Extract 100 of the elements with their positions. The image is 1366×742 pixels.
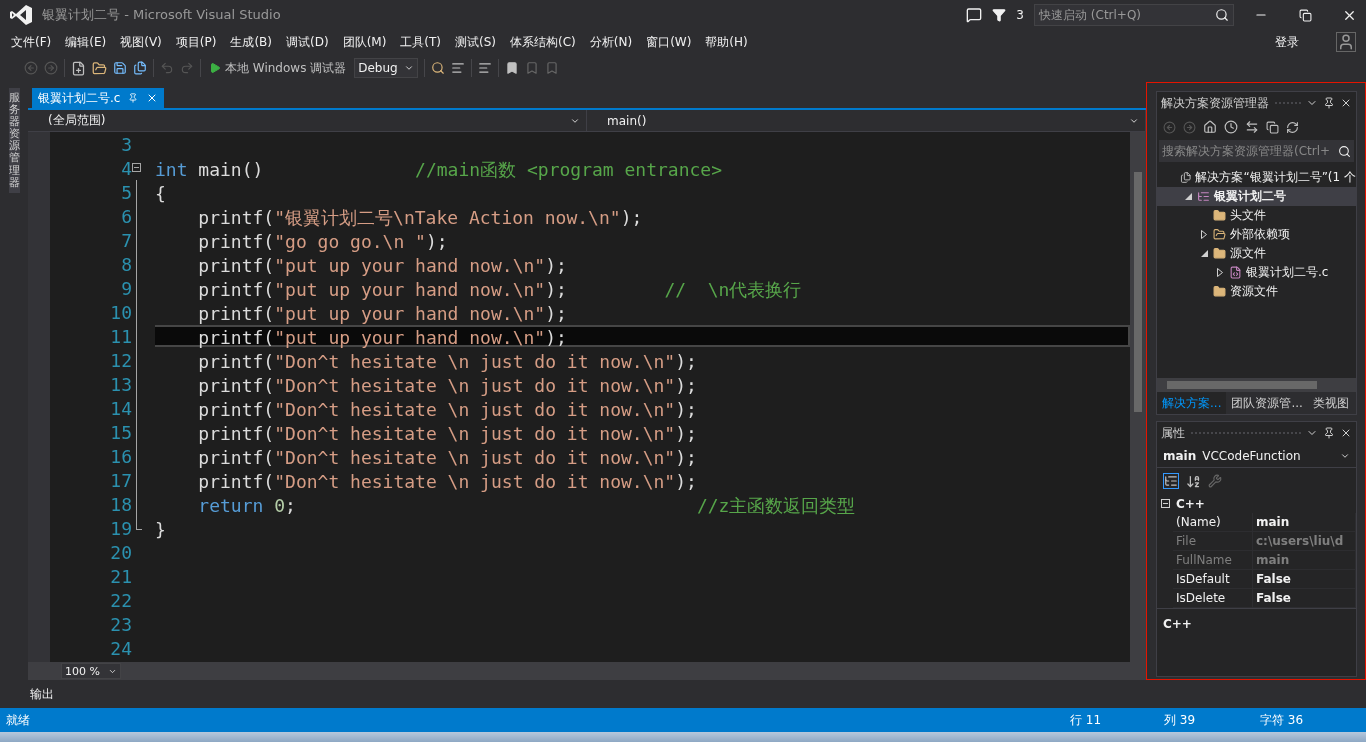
close-icon[interactable] xyxy=(1340,97,1352,109)
sort-icon[interactable] xyxy=(1186,473,1201,489)
expanded-arrow-icon[interactable] xyxy=(1184,193,1192,200)
menu-item[interactable]: 体系结构(C) xyxy=(503,31,583,53)
property-value[interactable]: False xyxy=(1253,589,1356,607)
code-line: { xyxy=(155,182,167,203)
expanded-arrow-icon[interactable] xyxy=(1200,250,1208,257)
collapse-icon[interactable] xyxy=(132,163,141,172)
sync-icon[interactable] xyxy=(1245,120,1259,134)
side-tab[interactable]: 服务器资源管理器 xyxy=(8,88,20,193)
line-number: 24 xyxy=(109,637,132,659)
object-dropdown[interactable]: main VCCodeFunction xyxy=(1157,444,1356,468)
find-icon[interactable] xyxy=(431,61,446,75)
code-line: printf("go go go.\n "); xyxy=(197,230,449,251)
menu-item[interactable]: 工具(T) xyxy=(393,31,449,53)
menu-item[interactable]: 调试(D) xyxy=(279,31,336,53)
line-number: 14 xyxy=(109,397,132,419)
property-value[interactable]: main xyxy=(1253,513,1356,531)
code-line: printf("Don^t hesitate \n just do it now.\n"); xyxy=(197,374,698,395)
menu-item[interactable]: 测试(S) xyxy=(448,31,504,53)
filter-icon[interactable] xyxy=(992,8,1007,22)
scope-dropdown[interactable]: (全局范围) xyxy=(28,110,587,131)
char-indicator: 字符 36 xyxy=(1260,711,1305,729)
tree-item[interactable]: 银翼计划二号 xyxy=(1157,187,1356,206)
vertical-scrollbar[interactable] xyxy=(1130,132,1146,662)
search-field[interactable]: 搜索解决方案资源管理器(Ctrl+ xyxy=(1159,140,1354,162)
search-icon xyxy=(1215,8,1229,22)
zoom-dropdown[interactable]: 100 % xyxy=(61,663,121,679)
avatar-icon[interactable] xyxy=(1336,32,1356,52)
new-file-icon[interactable] xyxy=(71,60,86,76)
menu-item[interactable]: 生成(B) xyxy=(223,31,279,53)
description-text: C++ xyxy=(1163,617,1192,631)
close-icon[interactable] xyxy=(1340,427,1352,439)
menu-item[interactable]: 视图(V) xyxy=(113,31,169,53)
wrench-icon[interactable] xyxy=(1208,474,1222,488)
menu-item[interactable]: 团队(M) xyxy=(335,31,394,53)
collapse-icon[interactable] xyxy=(1161,499,1170,508)
open-folder-icon[interactable] xyxy=(92,60,107,76)
property-value[interactable]: False xyxy=(1253,570,1356,588)
tab-label: 银翼计划二号.c xyxy=(38,89,121,107)
configuration-dropdown[interactable]: Debug xyxy=(354,58,419,78)
collapsed-arrow-icon[interactable] xyxy=(1201,230,1207,239)
line-number: 18 xyxy=(109,493,132,515)
project-icon xyxy=(1197,190,1210,203)
menu-item[interactable]: 窗口(W) xyxy=(639,31,699,53)
line-number: 22 xyxy=(109,589,132,611)
line-number: 23 xyxy=(109,613,132,635)
column-indicator: 列 39 xyxy=(1164,711,1197,729)
menu-item[interactable]: 编辑(E) xyxy=(58,31,114,53)
quick-launch-field[interactable]: 快速启动 (Ctrl+Q) xyxy=(1034,4,1234,26)
tree-item[interactable]: 解决方案“银翼计划二号”(1 个 xyxy=(1157,168,1356,187)
solution-icon xyxy=(1179,171,1192,184)
tree-item[interactable]: 源文件 xyxy=(1157,244,1356,263)
panel-tab[interactable]: 解决方案... xyxy=(1157,392,1227,414)
member-dropdown[interactable]: main() xyxy=(587,110,1146,131)
start-debugger-button[interactable]: 本地 Windows 调试器 xyxy=(207,57,349,79)
save-all-icon[interactable] xyxy=(133,61,147,75)
property-name: File xyxy=(1173,532,1253,550)
pin-icon[interactable] xyxy=(1323,427,1335,439)
notification-count: 3 xyxy=(1016,8,1024,22)
line-number: 13 xyxy=(109,373,132,395)
sign-in-link[interactable]: 登录 xyxy=(1268,31,1306,53)
folder-icon xyxy=(1213,209,1226,222)
categorized-icon[interactable] xyxy=(1163,473,1179,489)
tree-item[interactable]: 银翼计划二号.c xyxy=(1157,263,1356,282)
search-icon xyxy=(1338,144,1351,158)
logo-icon xyxy=(10,5,32,25)
pin-icon[interactable] xyxy=(1323,97,1335,109)
line-number: 3 xyxy=(120,133,132,155)
restore-icon[interactable] xyxy=(1298,8,1312,22)
panel-tab[interactable]: 团队资源管... xyxy=(1226,392,1308,414)
bookmark-icon[interactable] xyxy=(505,61,520,75)
tree-item[interactable]: 外部依赖项 xyxy=(1157,225,1356,244)
output-tab[interactable]: 输出 xyxy=(30,685,54,703)
collapsed-arrow-icon[interactable] xyxy=(1217,268,1223,277)
caret-icon xyxy=(404,63,415,73)
property-name: FullName xyxy=(1173,551,1253,569)
feedback-icon[interactable] xyxy=(966,7,983,23)
menu-item[interactable]: 帮助(H) xyxy=(698,31,755,53)
panel-tab[interactable]: 类视图 xyxy=(1307,392,1354,414)
line-number: 19 xyxy=(109,517,132,539)
code-line: printf("put up your hand now.\n"); xyxy=(197,254,568,275)
horizontal-scrollbar[interactable] xyxy=(1157,378,1356,392)
status-text: 就绪 xyxy=(6,711,31,729)
menu-item[interactable]: 项目(P) xyxy=(168,31,224,53)
line-number: 17 xyxy=(109,469,132,491)
code-line: printf("Don^t hesitate \n just do it now.\n"); xyxy=(197,422,698,443)
refresh-icon[interactable] xyxy=(1286,120,1299,134)
panel-title: 解决方案资源管理器 xyxy=(1161,94,1269,112)
save-icon[interactable] xyxy=(113,61,127,75)
menu-item[interactable]: 文件(F) xyxy=(4,31,59,53)
line-number: 8 xyxy=(120,253,132,275)
clock-icon[interactable] xyxy=(1224,120,1238,134)
line-number: 11 xyxy=(109,325,132,347)
home-icon[interactable] xyxy=(1203,120,1217,134)
tree-item[interactable]: 头文件 xyxy=(1157,206,1356,225)
menu-item[interactable]: 分析(N) xyxy=(582,31,640,53)
property-name: IsDefault xyxy=(1173,570,1253,588)
tree-item[interactable]: 资源文件 xyxy=(1157,282,1356,301)
code-line: } xyxy=(155,518,167,539)
